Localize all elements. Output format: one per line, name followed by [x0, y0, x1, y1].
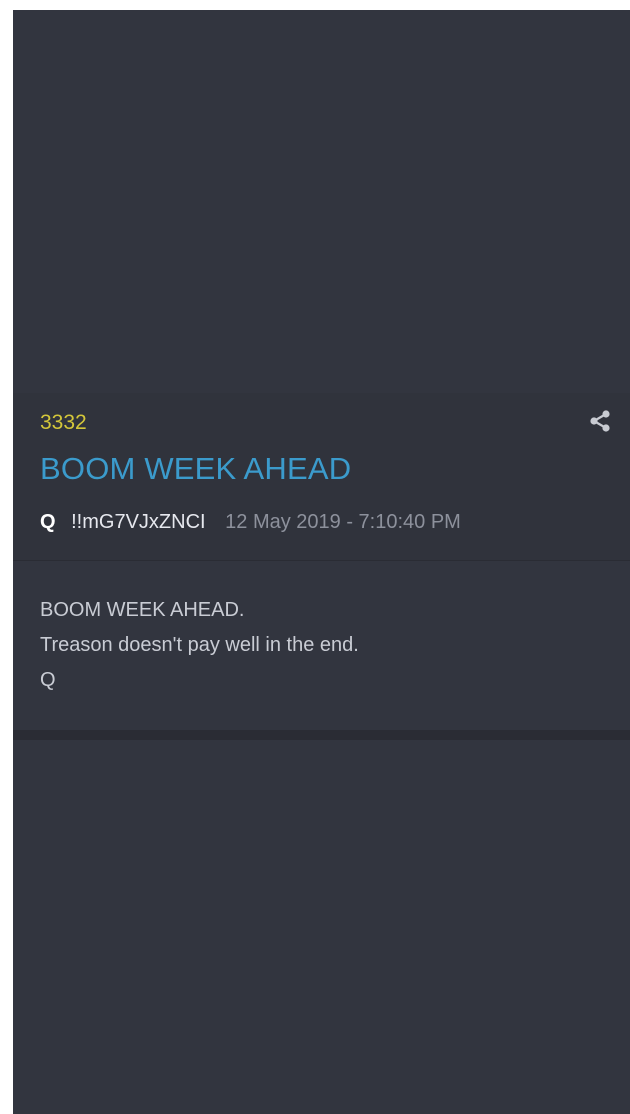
post-meta: Q !!mG7VJxZNCI 12 May 2019 - 7:10:40 PM — [40, 511, 461, 534]
post-tripcode: !!mG7VJxZNCI — [71, 511, 206, 533]
post-author: Q — [40, 511, 56, 533]
post-header: 3332 BOOM WEEK AHEAD Q !!mG7VJxZNCI 12 M… — [13, 393, 630, 561]
post-separator — [13, 730, 630, 740]
post-timestamp: 12 May 2019 - 7:10:40 PM — [225, 511, 461, 533]
post-body-line: BOOM WEEK AHEAD. — [40, 599, 245, 621]
post-body-line: Treason doesn't pay well in the end. — [40, 634, 359, 656]
post-title[interactable]: BOOM WEEK AHEAD — [40, 451, 351, 487]
post-body-line: Q — [40, 669, 56, 691]
app-screen: 3332 BOOM WEEK AHEAD Q !!mG7VJxZNCI 12 M… — [13, 10, 630, 1114]
post-number[interactable]: 3332 — [40, 411, 87, 435]
share-icon[interactable] — [588, 409, 612, 433]
post-body: BOOM WEEK AHEAD. Treason doesn't pay wel… — [13, 561, 630, 730]
